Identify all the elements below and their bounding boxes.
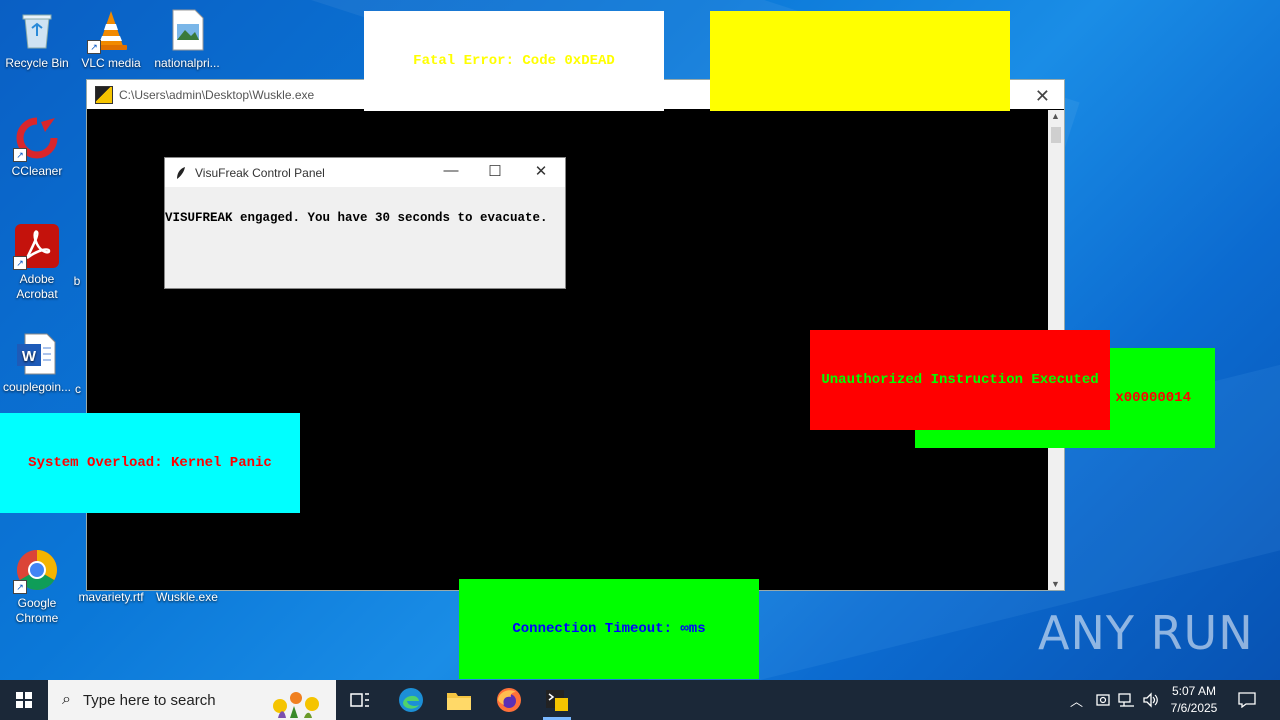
shortcut-arrow-icon: ↗ <box>13 580 27 594</box>
tray-overflow-icon[interactable]: ︿ <box>1070 680 1083 720</box>
vlc-cone-icon: ↗ <box>87 8 133 54</box>
shortcut-arrow-icon: ↗ <box>13 256 27 270</box>
desktop-icon-label: Wuskle.exe <box>156 590 218 604</box>
maximize-icon[interactable]: ☐ <box>483 162 507 180</box>
desktop-icon-label: mavariety.rtf <box>78 590 144 604</box>
taskbar: ⌕ Type here to search ︿ 5:07 AM 7/6/2025 <box>0 680 1280 720</box>
acrobat-icon: ↗ <box>13 224 59 270</box>
minimize-icon[interactable]: — <box>439 162 463 179</box>
desktop-icon-google-chrome[interactable]: ↗ Google Chrome <box>0 548 74 626</box>
search-input[interactable]: Type here to search <box>83 692 216 709</box>
console-app-icon <box>95 85 113 104</box>
folder-icon <box>447 693 471 710</box>
task-view-button[interactable] <box>340 684 380 716</box>
search-highlight-flowers-icon <box>273 692 319 718</box>
shortcut-arrow-icon: ↗ <box>13 148 27 162</box>
start-button[interactable] <box>0 680 48 720</box>
error-box-unauthorized[interactable]: Unauthorized Instruction Executed <box>810 330 1110 430</box>
edge-icon <box>399 688 423 712</box>
desktop-icon-mavariety[interactable]: mavariety.rtf <box>74 590 148 605</box>
console-title: C:\Users\admin\Desktop\Wuskle.exe <box>119 87 315 102</box>
scroll-up-icon[interactable]: ▲ <box>1051 111 1060 121</box>
clock-time: 5:07 AM <box>1171 684 1217 698</box>
desktop-icon-adobe-acrobat[interactable]: ↗ Adobe Acrobat <box>0 224 74 302</box>
desktop-icon-vlc[interactable]: ↗ VLC media <box>74 8 148 71</box>
error-box-blank[interactable] <box>710 11 1010 111</box>
volume-icon[interactable] <box>1142 680 1160 720</box>
firefox-icon <box>497 688 521 712</box>
ccleaner-icon: ↗ <box>13 116 59 162</box>
shortcut-arrow-icon: ↗ <box>87 40 101 54</box>
desktop-icon-wuskle[interactable]: Wuskle.exe <box>150 590 224 605</box>
search-box[interactable]: ⌕ Type here to search <box>48 680 336 720</box>
clock-date: 7/6/2025 <box>1170 701 1218 715</box>
close-icon[interactable]: ✕ <box>529 162 553 180</box>
taskbar-wuskle[interactable] <box>537 684 577 720</box>
error-box-timeout[interactable]: Connection Timeout: ∞ms <box>459 579 759 679</box>
desktop-icon-label: VLC media <box>81 56 141 70</box>
desktop-icon-couplegoin[interactable]: W couplegoin... <box>0 332 74 395</box>
search-icon: ⌕ <box>62 691 71 708</box>
error-box-fatal[interactable]: Fatal Error: Code 0xDEAD <box>364 11 664 111</box>
taskbar-file-explorer[interactable] <box>439 684 479 716</box>
taskbar-edge[interactable] <box>391 684 431 716</box>
word-document-icon: W <box>15 332 59 376</box>
notification-icon[interactable] <box>1238 680 1256 720</box>
windows-logo-icon <box>16 692 32 708</box>
security-icon[interactable] <box>1095 680 1111 720</box>
desktop-icon-label: couplegoin... <box>2 380 72 394</box>
desktop-icon-recycle-bin[interactable]: Recycle Bin <box>0 8 74 71</box>
control-panel-title: VisuFreak Control Panel <box>195 165 325 180</box>
svg-text:W: W <box>22 348 37 365</box>
recycle-bin-icon <box>15 8 59 52</box>
scroll-thumb[interactable] <box>1051 127 1061 143</box>
desktop-icon-ccleaner[interactable]: ↗ CCleaner <box>0 116 74 179</box>
control-panel-message: VISUFREAK engaged. You have 30 seconds t… <box>165 211 548 225</box>
desktop-icon-label: nationalpri... <box>154 56 220 70</box>
desktop-icon-label: CCleaner <box>11 164 63 178</box>
watermark-logo: ANY RUN <box>1038 606 1254 660</box>
desktop-icon-label: Recycle Bin <box>5 56 69 70</box>
taskbar-firefox[interactable] <box>489 684 529 716</box>
desktop-icon-nationalpri[interactable]: nationalpri... <box>150 8 224 71</box>
close-icon[interactable]: ✕ <box>1035 86 1050 107</box>
chrome-icon: ↗ <box>13 548 59 594</box>
desktop-icon-label: Google Chrome <box>15 596 59 625</box>
control-panel-window[interactable]: VisuFreak Control Panel — ☐ ✕ VISUFREAK … <box>164 157 566 289</box>
network-icon[interactable] <box>1118 680 1136 720</box>
feather-icon <box>175 166 187 180</box>
chevron-down-icon[interactable]: ▼ <box>1051 579 1060 589</box>
error-box-kernel-panic[interactable]: System Overload: Kernel Panic <box>0 413 300 513</box>
task-view-icon <box>350 693 369 707</box>
console-app-icon <box>546 690 568 711</box>
image-file-icon <box>165 8 209 52</box>
taskbar-clock[interactable]: 5:07 AM 7/6/2025 <box>1160 683 1228 717</box>
